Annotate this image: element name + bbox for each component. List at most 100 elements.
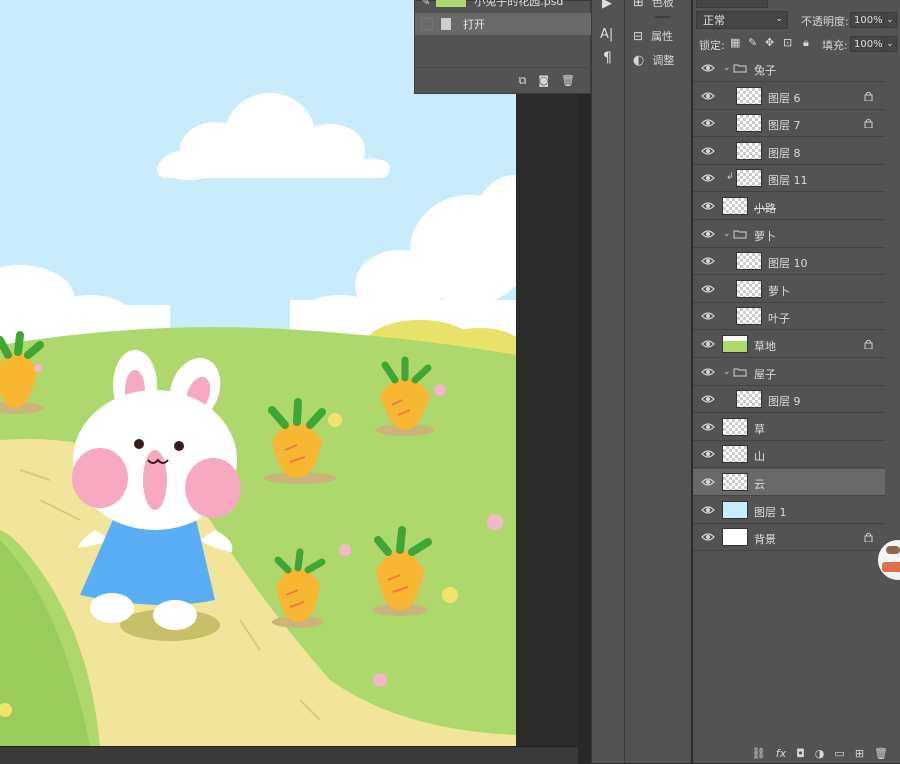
delete-layer-icon[interactable]: 🗑 — [874, 747, 888, 760]
new-group-icon[interactable]: ▭ — [834, 747, 844, 760]
layer-thumbnail[interactable] — [736, 86, 762, 105]
blend-mode-select[interactable]: 正常 ⌄ — [696, 11, 788, 29]
layer-style-icon[interactable]: fx — [776, 747, 786, 760]
layer-thumbnail[interactable] — [722, 335, 748, 353]
layer-row[interactable]: 图层 10 — [693, 248, 885, 276]
document-canvas[interactable] — [0, 0, 516, 746]
layer-row[interactable]: 草地 — [693, 331, 885, 358]
layer-thumbnail[interactable] — [736, 141, 762, 160]
visibility-eye-icon[interactable] — [701, 256, 715, 266]
visibility-eye-icon[interactable] — [701, 394, 715, 404]
visibility-eye-icon[interactable] — [701, 146, 715, 156]
chevron-down-icon: ⌄ — [886, 39, 894, 49]
visibility-eye-icon[interactable] — [701, 422, 715, 432]
trash-icon[interactable]: 🗑 — [561, 74, 575, 87]
folder-icon — [733, 229, 747, 239]
visibility-eye-icon[interactable] — [701, 63, 715, 73]
group-expand-chevron-icon[interactable]: ⌄ — [723, 63, 731, 73]
layer-name: 草地 — [754, 340, 776, 353]
link-layers-icon[interactable]: ⛓ — [752, 747, 766, 760]
adjustment-layer-icon[interactable]: ◑ — [815, 747, 825, 760]
visibility-eye-icon[interactable] — [701, 367, 715, 377]
layer-row[interactable]: 图层 9 — [693, 386, 885, 414]
folder-icon — [733, 63, 747, 73]
group-expand-chevron-icon[interactable]: ⌄ — [723, 229, 731, 239]
layer-row[interactable]: 图层 8 — [693, 138, 885, 165]
opacity-slider-toggle[interactable]: ⌄ — [883, 12, 897, 28]
artboard-lock-icon[interactable]: ⊡ — [783, 36, 792, 49]
layer-thumbnail[interactable] — [736, 279, 762, 298]
new-layer-icon[interactable]: ⊞ — [855, 747, 864, 760]
layer-filter-select[interactable] — [696, 0, 768, 8]
layers-scrollbar[interactable] — [885, 55, 900, 735]
layer-row[interactable]: 叶子 — [693, 303, 885, 331]
layer-thumbnail[interactable] — [736, 252, 762, 271]
layer-name: 图层 1 — [754, 505, 787, 519]
layer-group-row[interactable]: ⌄ 萝卜 — [693, 221, 885, 248]
layer-thumbnail[interactable] — [736, 114, 762, 133]
layer-row[interactable]: 云 — [693, 469, 885, 496]
adjustments-panel-button[interactable]: ◐ 调整 — [633, 52, 674, 68]
layer-row[interactable]: 背景 — [693, 524, 885, 552]
layer-row[interactable]: 山 — [693, 441, 885, 469]
visibility-eye-icon[interactable] — [701, 229, 715, 239]
character-icon[interactable]: A| — [600, 27, 613, 42]
horizontal-scrollbar[interactable] — [0, 746, 578, 764]
layer-group-row[interactable]: ⌄ 屋子 — [693, 359, 885, 386]
properties-panel-button[interactable]: ⊟ 属性 — [633, 28, 673, 44]
visibility-eye-icon[interactable] — [701, 339, 715, 349]
layer-thumbnail[interactable] — [722, 500, 748, 519]
lock-position-icon[interactable]: ✥ — [765, 36, 774, 49]
lock-image-pixels-icon[interactable]: ✎ — [748, 36, 757, 49]
visibility-eye-icon[interactable] — [701, 311, 715, 321]
layer-thumbnail[interactable] — [722, 473, 748, 491]
layer-row[interactable]: ↲ 图层 11 — [693, 165, 885, 193]
history-open-step[interactable]: 打开 — [415, 13, 591, 35]
opacity-value: 100% — [854, 14, 883, 26]
layer-name: 云 — [754, 478, 765, 491]
group-expand-chevron-icon[interactable]: ⌄ — [723, 367, 731, 377]
layer-row[interactable]: 小路 — [693, 193, 885, 220]
layer-row[interactable]: 图层 6 — [693, 83, 885, 110]
visibility-eye-icon[interactable] — [701, 449, 715, 459]
layer-thumbnail[interactable] — [722, 417, 748, 436]
visibility-eye-icon[interactable] — [701, 91, 715, 101]
visibility-eye-icon[interactable] — [701, 505, 715, 515]
visibility-eye-icon[interactable] — [701, 173, 715, 183]
clipping-mask-icon: ↲ — [726, 172, 734, 183]
visibility-eye-icon[interactable] — [701, 118, 715, 128]
layer-row[interactable]: 图层 1 — [693, 497, 885, 524]
panel-icon-strip: ▶ A| ¶ — [591, 0, 625, 763]
layer-row[interactable]: 图层 7 — [693, 110, 885, 138]
camera-icon[interactable]: ◙ — [538, 74, 549, 87]
layer-thumbnail[interactable] — [722, 528, 748, 547]
add-mask-icon[interactable]: ◘ — [796, 747, 805, 760]
history-source-box — [421, 18, 433, 30]
layer-group-row[interactable]: ⌄ 兔子 — [693, 55, 885, 82]
history-snapshot[interactable]: ✎ 小兔子的花园.psd — [415, 0, 591, 11]
layers-panel: 正常 ⌄ 不透明度: 100% ⌄ 锁定: ▦ ✎ ✥ ⊡ 🔒︎ 填充: 100… — [693, 0, 900, 763]
layer-thumbnail[interactable] — [736, 307, 762, 326]
paragraph-icon[interactable]: ¶ — [603, 50, 612, 66]
layer-thumbnail[interactable] — [736, 169, 762, 188]
new-document-from-state-icon[interactable]: ⧉ — [518, 74, 526, 88]
layer-name: 叶子 — [768, 312, 790, 326]
lock-all-icon[interactable]: 🔒︎ — [803, 36, 809, 50]
layer-thumbnail[interactable] — [722, 445, 748, 464]
layer-thumbnail[interactable] — [736, 390, 762, 409]
layer-row[interactable]: 萝卜 — [693, 276, 885, 303]
visibility-eye-icon[interactable] — [701, 477, 715, 487]
properties-icon: ⊟ — [633, 29, 644, 43]
fill-slider-toggle[interactable]: ⌄ — [883, 36, 897, 52]
swatches-panel-button[interactable]: ⊞ 色板 — [633, 0, 674, 10]
opacity-field[interactable]: 100% — [850, 12, 883, 28]
visibility-eye-icon[interactable] — [701, 532, 715, 542]
layer-thumbnail[interactable] — [722, 197, 748, 215]
lock-icon — [864, 118, 873, 129]
visibility-eye-icon[interactable] — [701, 201, 715, 211]
lock-transparent-pixels-icon[interactable]: ▦ — [730, 36, 740, 49]
play-icon[interactable]: ▶ — [602, 0, 612, 11]
fill-field[interactable]: 100% — [850, 36, 883, 52]
visibility-eye-icon[interactable] — [701, 284, 715, 294]
layer-row[interactable]: 草 — [693, 414, 885, 441]
